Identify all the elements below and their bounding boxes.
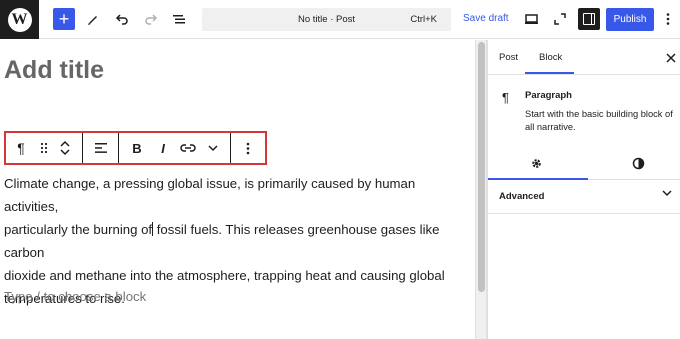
document-title-bar[interactable]: No title · Post Ctrl+K [202, 8, 451, 31]
italic-button[interactable]: I [154, 138, 172, 158]
options-menu-button[interactable] [659, 8, 677, 30]
more-formats-button[interactable] [204, 138, 222, 158]
chevron-down-icon[interactable] [60, 148, 70, 156]
paragraph-line: dioxide and methane into the atmosphere,… [4, 268, 445, 283]
desktop-icon [524, 14, 538, 24]
align-button[interactable] [92, 138, 110, 158]
advanced-chevron[interactable] [662, 188, 672, 200]
chevron-down-icon [208, 145, 218, 152]
document-overview-button[interactable] [170, 8, 188, 30]
list-view-icon [173, 15, 185, 24]
chevron-up-icon[interactable] [60, 140, 70, 148]
scrollbar-thumb[interactable] [478, 42, 485, 292]
close-sidebar-button[interactable] [666, 50, 676, 66]
block-toolbar: ¶ B I [4, 131, 267, 165]
paragraph-text: particularly the burning of [4, 222, 153, 237]
bold-button[interactable]: B [128, 138, 146, 158]
active-subtab-indicator [488, 178, 588, 180]
fullscreen-icon [554, 13, 566, 25]
block-settings-tabs [488, 148, 680, 180]
advanced-panel-toggle[interactable]: Advanced [499, 191, 544, 202]
active-tab-indicator [525, 72, 574, 74]
settings-tab[interactable] [530, 157, 543, 175]
tab-post[interactable]: Post [499, 52, 518, 63]
fullscreen-button[interactable] [551, 8, 569, 30]
more-vertical-icon [246, 142, 250, 154]
canvas-scrollbar[interactable] [475, 40, 487, 339]
divider [488, 213, 680, 214]
settings-sidebar-toggle[interactable] [578, 8, 600, 30]
paragraph-block-button[interactable]: ¶ [12, 138, 30, 158]
wordpress-logo-button[interactable]: W [0, 0, 39, 39]
publish-button[interactable]: Publish [606, 8, 654, 31]
sidebar-icon [583, 13, 595, 25]
redo-icon [145, 14, 158, 25]
preview-button[interactable] [522, 8, 540, 30]
styles-tab[interactable] [632, 157, 645, 175]
drag-handle[interactable] [37, 138, 51, 158]
block-options-button[interactable] [240, 138, 256, 158]
drag-icon [40, 142, 48, 154]
paragraph-icon: ¶ [502, 90, 509, 105]
align-left-icon [94, 143, 107, 153]
redo-button[interactable] [142, 8, 160, 30]
tab-block[interactable]: Block [539, 52, 562, 63]
pencil-icon [88, 16, 97, 25]
contrast-icon [632, 157, 645, 170]
block-card-description: Start with the basic building block of a… [525, 109, 673, 132]
settings-sidebar: Post Block ¶ Paragraph Start with the ba… [487, 40, 680, 339]
wordpress-icon: W [7, 7, 32, 32]
post-title-input[interactable]: Add title [4, 56, 104, 85]
block-appender-placeholder[interactable]: Type / to choose a block [4, 289, 146, 304]
gear-icon [532, 159, 541, 168]
save-draft-button[interactable]: Save draft [463, 13, 509, 24]
command-shortcut: Ctrl+K [410, 14, 437, 25]
link-icon [180, 144, 196, 152]
chevron-down-icon [662, 190, 672, 197]
undo-button[interactable] [113, 8, 131, 30]
link-button[interactable] [178, 138, 198, 158]
block-card-title: Paragraph [525, 90, 572, 101]
close-icon [666, 53, 676, 63]
paragraph-line: Climate change, a pressing global issue,… [4, 176, 416, 214]
undo-icon [115, 14, 128, 25]
block-inserter-button[interactable]: + [53, 8, 75, 30]
more-vertical-icon [666, 13, 670, 25]
tools-pencil-button[interactable] [84, 8, 102, 30]
sidebar-tabs: Post Block [488, 40, 680, 75]
editor-top-bar: W + No title · Post Ctrl+K Save draft Pu… [0, 0, 680, 39]
move-block-buttons[interactable] [57, 136, 73, 160]
paragraph-line: particularly the burning of fossil fuels… [4, 218, 472, 264]
